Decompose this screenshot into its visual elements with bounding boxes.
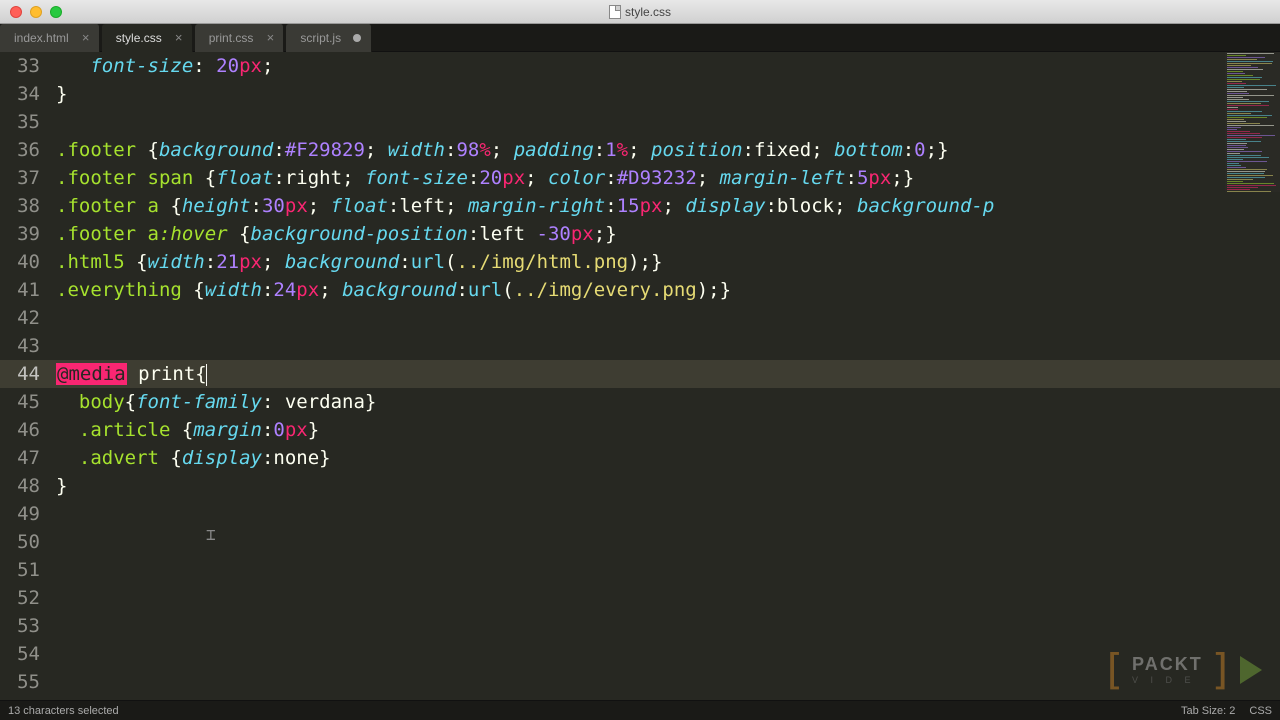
- line-number: 34: [0, 80, 40, 108]
- maximize-window-button[interactable]: [50, 6, 62, 18]
- code-line[interactable]: }: [50, 472, 1280, 500]
- tab-label: print.css: [209, 31, 254, 45]
- code-line[interactable]: [50, 668, 1280, 696]
- code-line[interactable]: [50, 612, 1280, 640]
- file-icon: [609, 5, 621, 19]
- code-line[interactable]: .advert {display:none}: [50, 444, 1280, 472]
- tab-close-icon[interactable]: ×: [81, 33, 91, 43]
- line-number: 38: [0, 192, 40, 220]
- code-line[interactable]: [50, 500, 1280, 528]
- code-line[interactable]: .footer {background:#F29829; width:98%; …: [50, 136, 1280, 164]
- code-line[interactable]: .html5 {width:21px; background:url(../im…: [50, 248, 1280, 276]
- line-number: 45: [0, 388, 40, 416]
- code-line[interactable]: }: [50, 80, 1280, 108]
- line-number: 43: [0, 332, 40, 360]
- tab-style-css[interactable]: style.css ×: [102, 24, 193, 52]
- window-controls: [0, 6, 62, 18]
- line-number: 39: [0, 220, 40, 248]
- minimap[interactable]: [1225, 52, 1280, 192]
- tab-bar: index.html × style.css × print.css × script.js: [0, 24, 1280, 52]
- statusbar: 13 characters selected Tab Size: 2 CSS: [0, 700, 1280, 720]
- code-line[interactable]: .everything {width:24px; background:url(…: [50, 276, 1280, 304]
- unsaved-dot-icon: [353, 34, 361, 42]
- tab-close-icon[interactable]: ×: [265, 33, 275, 43]
- line-number: 48: [0, 472, 40, 500]
- minimize-window-button[interactable]: [30, 6, 42, 18]
- line-number: 52: [0, 584, 40, 612]
- code-line[interactable]: .article {margin:0px}: [50, 416, 1280, 444]
- editor[interactable]: 3334353637383940414243444546474849505152…: [0, 52, 1280, 700]
- status-selection: 13 characters selected: [8, 705, 119, 717]
- line-number: 49: [0, 500, 40, 528]
- tab-label: style.css: [116, 31, 162, 45]
- packt-watermark: [ PACKT V I D E ]: [1101, 645, 1262, 694]
- gutter: 3334353637383940414243444546474849505152…: [0, 52, 50, 700]
- code-line[interactable]: [50, 304, 1280, 332]
- line-number: 51: [0, 556, 40, 584]
- code-line[interactable]: [50, 640, 1280, 668]
- line-number: 36: [0, 136, 40, 164]
- line-number: 42: [0, 304, 40, 332]
- line-number: 35: [0, 108, 40, 136]
- close-window-button[interactable]: [10, 6, 22, 18]
- code-line[interactable]: [50, 108, 1280, 136]
- code-line[interactable]: @media print{: [50, 360, 1280, 388]
- code-line[interactable]: body{font-family: verdana}: [50, 388, 1280, 416]
- line-number: 40: [0, 248, 40, 276]
- line-number: 46: [0, 416, 40, 444]
- tab-label: script.js: [300, 31, 341, 45]
- window-title-text: style.css: [625, 5, 671, 19]
- bracket-icon: ]: [1209, 645, 1234, 694]
- tab-print-css[interactable]: print.css ×: [195, 24, 285, 52]
- tab-close-icon[interactable]: ×: [174, 33, 184, 43]
- line-number: 41: [0, 276, 40, 304]
- bracket-icon: [: [1101, 645, 1126, 694]
- watermark-subtitle: V I D E: [1132, 675, 1203, 685]
- status-tab-size[interactable]: Tab Size: 2: [1181, 705, 1235, 717]
- play-icon: [1240, 656, 1262, 684]
- code-line[interactable]: [50, 332, 1280, 360]
- code-line[interactable]: [50, 528, 1280, 556]
- line-number: 53: [0, 612, 40, 640]
- line-number: 44: [0, 360, 50, 388]
- line-number: 47: [0, 444, 40, 472]
- line-number: 54: [0, 640, 40, 668]
- code-line[interactable]: .footer a {height:30px; float:left; marg…: [50, 192, 1280, 220]
- code-line[interactable]: [50, 556, 1280, 584]
- caret: [206, 364, 207, 386]
- line-number: 55: [0, 668, 40, 696]
- tab-script-js[interactable]: script.js: [286, 24, 372, 52]
- tab-index-html[interactable]: index.html ×: [0, 24, 100, 52]
- line-number: 50: [0, 528, 40, 556]
- tab-label: index.html: [14, 31, 69, 45]
- line-number: 37: [0, 164, 40, 192]
- watermark-title: PACKT: [1132, 654, 1203, 675]
- line-number: 33: [0, 52, 40, 80]
- titlebar: style.css: [0, 0, 1280, 24]
- code-line[interactable]: font-size: 20px;: [50, 52, 1280, 80]
- code-line[interactable]: .footer a:hover {background-position:lef…: [50, 220, 1280, 248]
- code-area[interactable]: font-size: 20px;} .footer {background:#F2…: [50, 52, 1280, 700]
- window-title: style.css: [609, 5, 671, 19]
- code-line[interactable]: .footer span {float:right; font-size:20p…: [50, 164, 1280, 192]
- code-line[interactable]: [50, 584, 1280, 612]
- status-syntax[interactable]: CSS: [1249, 705, 1272, 717]
